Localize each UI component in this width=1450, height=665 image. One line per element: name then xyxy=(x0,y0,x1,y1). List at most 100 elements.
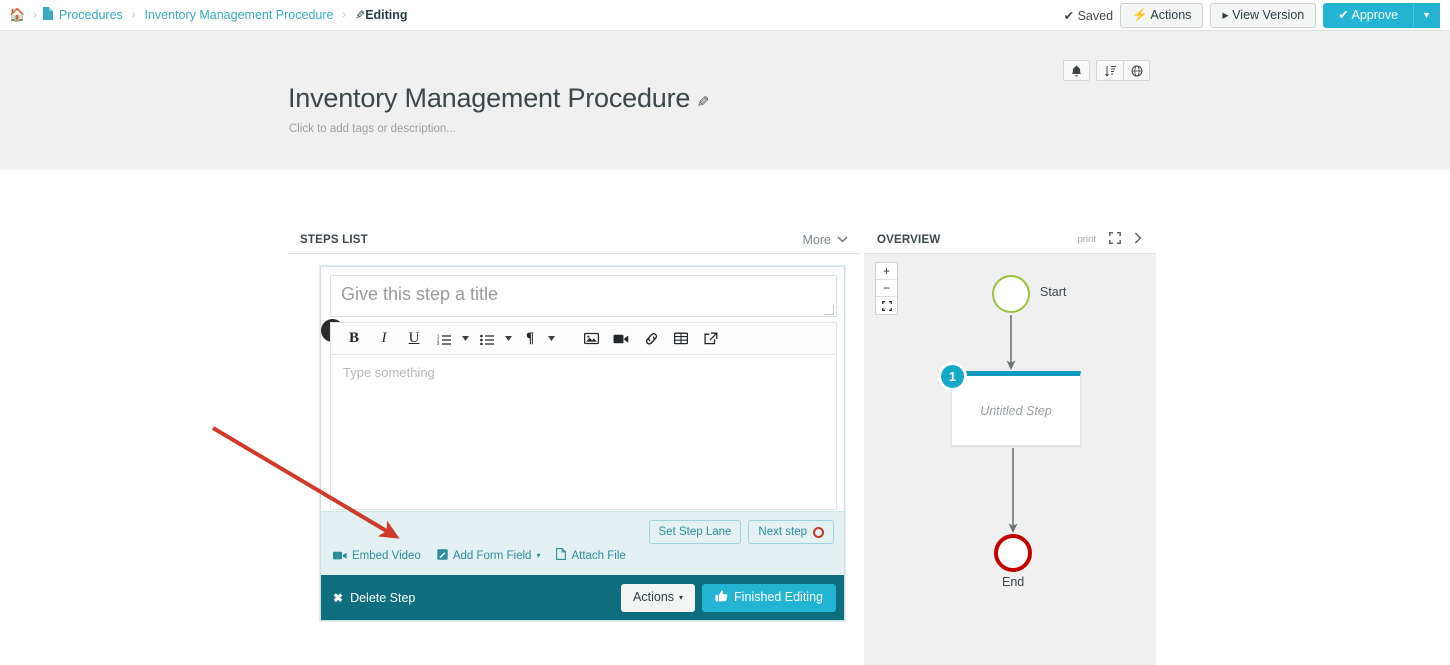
underline-icon[interactable]: U xyxy=(399,324,429,354)
breadcrumb: 🏠 › Procedures › Inventory Management Pr… xyxy=(0,7,408,23)
breadcrumb-separator-2: › xyxy=(131,9,136,21)
home-icon[interactable]: 🏠 xyxy=(4,7,28,23)
flow-node-start-label: Start xyxy=(1040,285,1067,299)
file-icon xyxy=(556,548,567,563)
next-step-label: Next step xyxy=(758,526,807,538)
page-header: Inventory Management Procedure ✎ Click to… xyxy=(0,31,1450,170)
breadcrumb-current-editing: Editing xyxy=(365,8,408,22)
steps-list-panel: STEPS LIST More 1 B I U 123 ¶ xyxy=(288,226,860,621)
saved-label: Saved xyxy=(1077,9,1114,23)
view-version-button[interactable]: ▸ View Version xyxy=(1210,3,1317,28)
edit-title-pencil-icon[interactable]: ✎ xyxy=(697,93,709,111)
steps-list-title: STEPS LIST xyxy=(300,233,368,246)
delete-step-button[interactable]: ✖ Delete Step xyxy=(333,591,415,605)
page-title: Inventory Management Procedure ✎ xyxy=(288,83,710,114)
overview-header: OVERVIEW print xyxy=(864,226,1156,254)
add-form-field-label: Add Form Field xyxy=(452,549,532,562)
rich-text-toolbar: B I U 123 ¶ xyxy=(330,322,837,354)
flow-node-end-label: End xyxy=(1002,575,1025,589)
step-footer-buttons: Actions ▾ Finished Editing xyxy=(621,583,836,612)
step-action-links: Embed Video Add Form Field ▾ Attach File xyxy=(333,548,626,563)
chevron-down-icon-actions: ▾ xyxy=(679,593,684,602)
actions-button-label: Actions xyxy=(1150,8,1192,22)
step-editor-card: 1 B I U 123 ¶ xyxy=(320,266,845,621)
next-step-ring-icon xyxy=(813,526,824,538)
image-icon[interactable] xyxy=(576,324,606,354)
external-link-icon[interactable] xyxy=(696,324,726,354)
check-icon-approve: ✔ xyxy=(1338,8,1349,22)
embed-video-link[interactable]: Embed Video xyxy=(333,550,421,562)
collapse-panel-icon[interactable] xyxy=(1134,232,1142,247)
view-version-label: View Version xyxy=(1232,8,1305,22)
approve-dropdown-toggle[interactable]: ▼ xyxy=(1413,3,1440,28)
step-actions-label: Actions xyxy=(633,590,675,604)
pencil-icon: ✎ xyxy=(355,8,366,22)
next-step-button[interactable]: Next step xyxy=(748,520,834,544)
italic-icon[interactable]: I xyxy=(369,324,399,354)
approve-split-button: ✔ Approve ▼ xyxy=(1323,3,1448,28)
process-flow-diagram: Start Untitled Step 1 End xyxy=(864,254,1156,665)
approve-label: Approve xyxy=(1351,8,1399,22)
page-subtitle-placeholder[interactable]: Click to add tags or description... xyxy=(289,123,456,135)
actions-button[interactable]: ⚡ Actions xyxy=(1120,3,1204,28)
step-footer-bar: ✖ Delete Step Actions ▾ Finished Editing xyxy=(321,575,844,620)
add-form-field-caret-icon: ▾ xyxy=(536,551,541,560)
svg-text:3: 3 xyxy=(437,341,440,345)
overview-panel: OVERVIEW print + − Start Untitled Step 1… xyxy=(864,226,1156,665)
unordered-list-icon[interactable] xyxy=(472,324,502,354)
paragraph-icon[interactable]: ¶ xyxy=(515,324,545,354)
bold-icon[interactable]: B xyxy=(339,324,369,354)
header-icon-group xyxy=(1096,60,1150,81)
check-icon: ✔ xyxy=(1063,9,1075,23)
print-link[interactable]: print xyxy=(1078,234,1096,245)
expand-icon[interactable] xyxy=(1109,232,1121,247)
table-icon[interactable] xyxy=(666,324,696,354)
flow-node-step-1[interactable]: Untitled Step xyxy=(951,371,1081,446)
breadcrumb-separator: › xyxy=(33,9,37,21)
flow-node-end[interactable] xyxy=(994,534,1032,572)
header-icon-cluster xyxy=(1063,60,1150,81)
breadcrumb-bar: 🏠 › Procedures › Inventory Management Pr… xyxy=(0,0,1450,31)
breadcrumb-separator-3: › xyxy=(342,9,347,21)
finished-editing-button[interactable]: Finished Editing xyxy=(702,583,836,612)
breadcrumb-item-procedure[interactable]: Inventory Management Procedure xyxy=(140,8,337,22)
caret-right-icon: ▸ xyxy=(1222,8,1229,22)
attach-file-link[interactable]: Attach File xyxy=(556,548,626,563)
sort-icon[interactable] xyxy=(1096,60,1123,81)
flow-connectors xyxy=(1006,315,1018,534)
paragraph-dropdown-icon[interactable] xyxy=(545,324,558,354)
steps-list-header: STEPS LIST More xyxy=(288,226,860,254)
pencil-square-icon xyxy=(437,548,448,563)
page-title-text: Inventory Management Procedure xyxy=(288,83,691,113)
approve-button[interactable]: ✔ Approve xyxy=(1323,3,1414,28)
flow-node-step-1-label: Untitled Step xyxy=(980,403,1052,418)
steps-more-button[interactable]: More xyxy=(803,233,848,247)
close-icon: ✖ xyxy=(333,590,344,605)
flow-node-start[interactable] xyxy=(992,275,1030,313)
step-title-input[interactable] xyxy=(330,275,837,317)
step-body-editor[interactable]: Type something xyxy=(330,354,837,510)
unordered-list-dropdown-icon[interactable] xyxy=(502,324,515,354)
add-form-field-link[interactable]: Add Form Field ▾ xyxy=(437,548,541,563)
bell-icon[interactable] xyxy=(1063,60,1090,81)
set-step-lane-button[interactable]: Set Step Lane xyxy=(648,520,742,544)
topbar-actions: ✔ Saved ⚡ Actions ▸ View Version ✔ Appro… xyxy=(1064,0,1448,31)
globe-icon[interactable] xyxy=(1123,60,1150,81)
overview-title: OVERVIEW xyxy=(877,233,941,246)
saved-status: ✔ Saved xyxy=(1064,8,1113,23)
delete-step-label: Delete Step xyxy=(350,590,416,605)
overview-tools: print xyxy=(1078,232,1142,247)
document-icon xyxy=(42,7,55,23)
steps-more-label: More xyxy=(802,232,831,247)
flow-node-step-1-badge: 1 xyxy=(938,362,967,391)
link-icon[interactable] xyxy=(636,324,666,354)
chevron-down-icon xyxy=(837,236,848,243)
lightning-icon: ⚡ xyxy=(1132,8,1148,22)
thumbs-up-icon xyxy=(715,590,728,606)
breadcrumb-item-procedures[interactable]: Procedures xyxy=(55,8,127,22)
step-actions-button[interactable]: Actions ▾ xyxy=(621,583,696,612)
ordered-list-dropdown-icon[interactable] xyxy=(459,324,472,354)
step-action-bar: Set Step Lane Next step Embed Video Add … xyxy=(321,511,844,575)
video-icon[interactable] xyxy=(606,324,636,354)
ordered-list-icon[interactable]: 123 xyxy=(429,324,459,354)
